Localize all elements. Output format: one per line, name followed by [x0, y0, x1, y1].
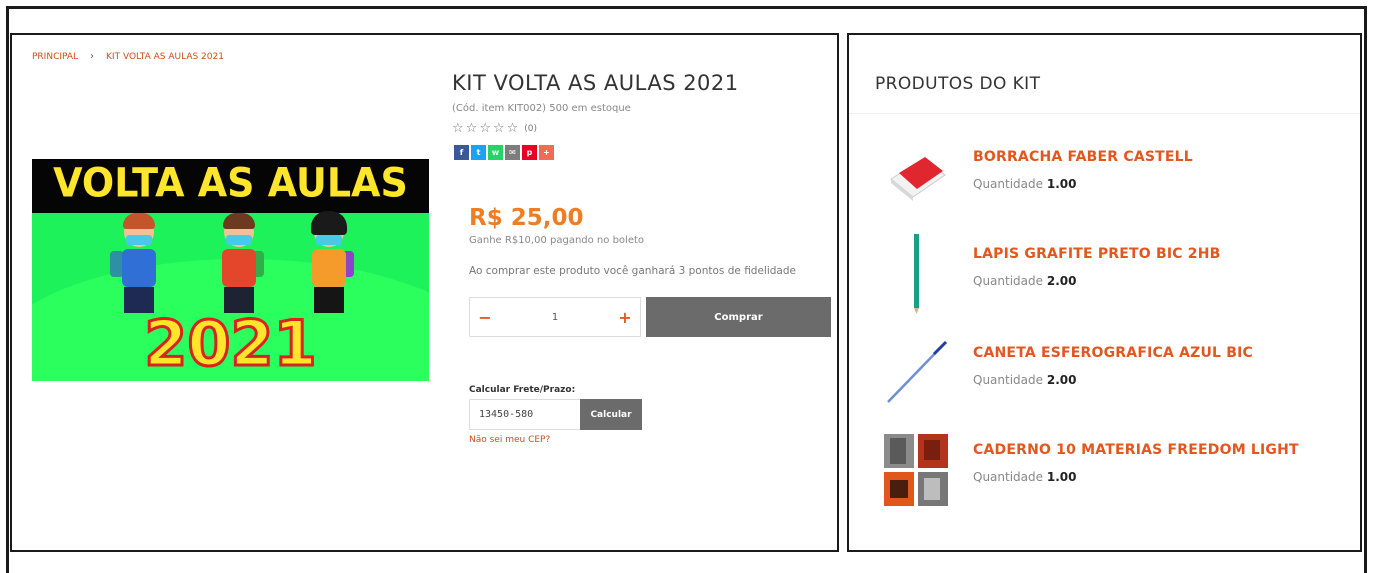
product-price: R$ 25,00	[469, 205, 584, 231]
star-icon[interactable]: ☆	[466, 121, 478, 136]
star-icon[interactable]: ☆	[493, 121, 505, 136]
twitter-icon[interactable]: t	[471, 145, 486, 160]
kit-item-name[interactable]: LAPIS GRAFITE PRETO BIC 2HB	[973, 246, 1221, 262]
product-image[interactable]: VOLTA AS AULAS 2021	[32, 159, 429, 381]
product-panel: PRINCIPAL › KIT VOLTA AS AULAS 2021 VOLT…	[10, 33, 839, 552]
kit-item-quantity: Quantidade 2.00	[973, 373, 1077, 387]
boleto-discount: Ganhe R$10,00 pagando no boleto	[469, 235, 645, 246]
kit-item[interactable]: CANETA ESFEROGRAFICA AZUL BIC Quantidade…	[875, 335, 1345, 415]
cep-input[interactable]: 13450-580	[469, 399, 581, 430]
breadcrumb-separator-icon: ›	[90, 51, 95, 62]
increase-quantity-button[interactable]: +	[618, 308, 632, 327]
kit-products-panel: PRODUTOS DO KIT BORRACHA FABER CASTELL Q…	[847, 33, 1362, 552]
quantity-input[interactable]: 1	[552, 312, 558, 323]
share-icon[interactable]: +	[539, 145, 554, 160]
pinterest-icon[interactable]: p	[522, 145, 537, 160]
kit-item-quantity: Quantidade 1.00	[973, 177, 1077, 191]
find-cep-link[interactable]: Não sei meu CEP?	[469, 435, 550, 445]
calculate-freight-button[interactable]: Calcular	[580, 399, 642, 430]
loyalty-points: Ao comprar este produto você ganhará 3 p…	[469, 265, 796, 277]
product-title: KIT VOLTA AS AULAS 2021	[452, 71, 739, 95]
kit-item-name[interactable]: CADERNO 10 MATERIAS FREEDOM LIGHT	[973, 442, 1299, 458]
kit-item[interactable]: BORRACHA FABER CASTELL Quantidade 1.00	[875, 139, 1345, 219]
banner-year: 2021	[143, 306, 319, 382]
quantity-stepper: − 1 +	[469, 297, 641, 337]
star-icon[interactable]: ☆	[479, 121, 491, 136]
breadcrumb: PRINCIPAL › KIT VOLTA AS AULAS 2021	[32, 51, 224, 62]
kit-item-name[interactable]: BORRACHA FABER CASTELL	[973, 149, 1193, 165]
kit-item[interactable]: CADERNO 10 MATERIAS FREEDOM LIGHT Quanti…	[875, 432, 1345, 512]
banner-headline: VOLTA AS AULAS	[53, 159, 408, 207]
rating-count: (0)	[524, 123, 538, 134]
kit-divider	[849, 113, 1360, 114]
product-code-stock: (Cód. item KIT002) 500 em estoque	[452, 103, 631, 114]
facebook-icon[interactable]: f	[454, 145, 469, 160]
breadcrumb-home-link[interactable]: PRINCIPAL	[32, 52, 78, 62]
kit-item-name[interactable]: CANETA ESFEROGRAFICA AZUL BIC	[973, 345, 1253, 361]
rating-stars[interactable]: ☆ ☆ ☆ ☆ ☆ (0)	[452, 121, 537, 136]
star-icon[interactable]: ☆	[507, 121, 519, 136]
star-icon[interactable]: ☆	[452, 121, 464, 136]
freight-label: Calcular Frete/Prazo:	[469, 385, 576, 395]
pencil-icon[interactable]	[881, 234, 953, 314]
decrease-quantity-button[interactable]: −	[478, 308, 492, 327]
kit-item-quantity: Quantidade 1.00	[973, 470, 1077, 484]
eraser-icon[interactable]	[881, 139, 953, 215]
notebook-icon[interactable]	[881, 432, 953, 508]
kit-item-quantity: Quantidade 2.00	[973, 274, 1077, 288]
whatsapp-icon[interactable]: w	[488, 145, 503, 160]
social-share-bar: f t w ✉ p +	[454, 145, 554, 160]
email-icon[interactable]: ✉	[505, 145, 520, 160]
kit-item[interactable]: LAPIS GRAFITE PRETO BIC 2HB Quantidade 2…	[875, 234, 1345, 316]
buy-button[interactable]: Comprar	[646, 297, 831, 337]
kit-heading: PRODUTOS DO KIT	[875, 74, 1041, 94]
breadcrumb-current-link[interactable]: KIT VOLTA AS AULAS 2021	[106, 52, 224, 62]
pen-icon[interactable]	[881, 335, 953, 411]
